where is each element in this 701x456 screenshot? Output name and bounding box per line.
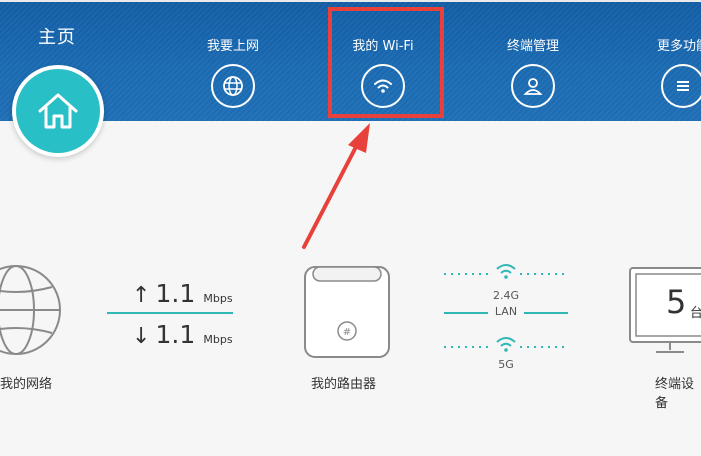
terminal-devices-label: 终端设备	[655, 377, 695, 411]
nav-item-devices[interactable]: 终端管理	[478, 38, 588, 108]
device-count: 5	[666, 283, 687, 321]
home-button[interactable]	[12, 65, 104, 157]
link-5g-right	[520, 346, 568, 348]
router-logo: #	[343, 327, 351, 338]
menu-icon	[661, 64, 701, 108]
band-24g-label: 2.4G	[492, 289, 520, 302]
upload-value: 1.1	[155, 279, 196, 308]
home-icon-circle	[16, 69, 100, 153]
up-arrow-icon: ↑	[132, 283, 151, 308]
globe-icon	[0, 265, 61, 355]
nav-item-label: 终端管理	[506, 39, 559, 54]
nav-item-more[interactable]: 更多功能	[628, 38, 701, 108]
lan-label: LAN	[488, 305, 524, 318]
upload-unit: Mbps	[203, 292, 233, 305]
router-icon[interactable]: #	[303, 265, 391, 359]
globe-icon	[211, 64, 255, 108]
annotation-arrow	[302, 123, 370, 249]
device-count-unit: 台	[690, 306, 701, 321]
link-24g-left	[444, 273, 492, 275]
nav-item-label: 更多功能	[656, 39, 701, 54]
speed-divider	[107, 312, 233, 314]
nav-item-label: 我要上网	[206, 39, 259, 54]
user-icon	[511, 64, 555, 108]
down-arrow-icon: ↓	[132, 324, 151, 349]
band-5g-label: 5G	[498, 358, 514, 371]
page-title: 主页	[38, 27, 76, 48]
top-border	[0, 0, 701, 2]
wifi-5g-icon	[496, 337, 516, 352]
home-icon	[38, 93, 78, 129]
download-value: 1.1	[155, 320, 196, 349]
download-speed: ↓ 1.1 Mbps	[132, 320, 233, 349]
nav-item-internet[interactable]: 我要上网	[178, 38, 288, 108]
download-unit: Mbps	[203, 333, 233, 346]
wifi-highlight-box	[328, 7, 444, 118]
wifi-24g-icon	[496, 264, 516, 279]
upload-speed: ↑ 1.1 Mbps	[132, 279, 233, 308]
my-network-label: 我的网络	[0, 377, 53, 392]
my-router-label: 我的路由器	[311, 377, 377, 392]
link-24g-right	[520, 273, 568, 275]
link-5g-left	[444, 346, 492, 348]
